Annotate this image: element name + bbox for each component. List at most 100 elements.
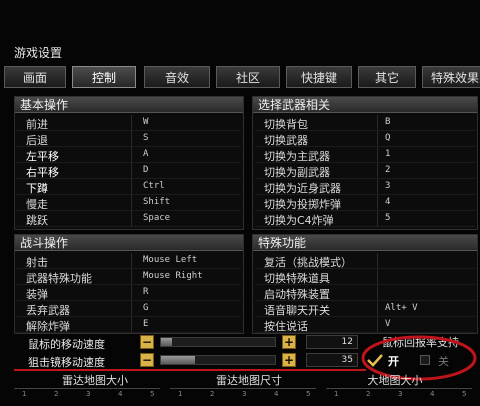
ruler-tick: 3 bbox=[242, 390, 247, 398]
action-name: 复活（挑战模式） bbox=[264, 256, 352, 269]
keybind-row[interactable]: 射击 Mouse Left bbox=[17, 253, 241, 269]
action-name: 前进 bbox=[26, 118, 48, 131]
ruler-tick: 5 bbox=[306, 390, 311, 398]
keybind-row[interactable]: 切换为投掷炸弹 4 bbox=[255, 195, 475, 211]
mouse-speed-slider[interactable] bbox=[160, 337, 276, 347]
action-name: 跳跃 bbox=[26, 214, 48, 227]
action-name: 切换为副武器 bbox=[264, 166, 330, 179]
basic-panel: 基本操作 前进 W 后退 S 左平移 A 右平移 D 下蹲 Ctrl 慢走 Shift 跳跃… bbox=[14, 96, 244, 230]
key-value: 2 bbox=[385, 165, 391, 175]
keybind-row[interactable]: 武器特殊功能 Mouse Right bbox=[17, 269, 241, 285]
keybind-row[interactable]: 右平移 D bbox=[17, 163, 241, 179]
action-name: 切换特殊道具 bbox=[264, 272, 330, 285]
scope-speed-value: 35 bbox=[306, 353, 358, 367]
scope-speed-label: 狙击镜移动速度 bbox=[28, 356, 105, 369]
ruler-tick: 1 bbox=[22, 390, 27, 398]
tab-other[interactable]: 其它 bbox=[358, 66, 416, 88]
key-value: S bbox=[143, 133, 149, 143]
scope-speed-slider[interactable] bbox=[160, 355, 276, 365]
keybind-row[interactable]: 丢弃武器 G bbox=[17, 301, 241, 317]
action-name: 切换为主武器 bbox=[264, 150, 330, 163]
keybind-row[interactable]: 切换为副武器 2 bbox=[255, 163, 475, 179]
tab-hotkeys[interactable]: 快捷键 bbox=[286, 66, 352, 88]
keybind-row[interactable]: 装弹 R bbox=[17, 285, 241, 301]
keybind-row[interactable]: 切换背包 B bbox=[255, 115, 475, 131]
tab-community[interactable]: 社区 bbox=[216, 66, 280, 88]
tab-controls[interactable]: 控制 bbox=[72, 66, 136, 88]
mouse-speed-plus-button[interactable]: + bbox=[282, 335, 296, 349]
keybind-row[interactable]: 解除炸弹 E bbox=[17, 317, 241, 333]
combat-panel: 战斗操作 射击 Mouse Left 武器特殊功能 Mouse Right 装弹 R … bbox=[14, 234, 244, 334]
ruler-tick: 5 bbox=[462, 390, 467, 398]
keybind-row[interactable]: 左平移 A bbox=[17, 147, 241, 163]
action-name: 左平移 bbox=[26, 150, 59, 163]
key-value: 5 bbox=[385, 213, 391, 223]
key-value: Shift bbox=[143, 197, 171, 207]
keybind-row[interactable]: 按住说话 V bbox=[255, 317, 475, 333]
keybind-row[interactable]: 切换为近身武器 3 bbox=[255, 179, 475, 195]
action-name: 启动特殊装置 bbox=[264, 288, 330, 301]
ruler-tick: 5 bbox=[150, 390, 155, 398]
scope-speed-minus-button[interactable]: − bbox=[140, 353, 154, 367]
key-value: B bbox=[385, 117, 391, 127]
annotation-underline bbox=[14, 369, 366, 371]
ruler-tick: 1 bbox=[178, 390, 183, 398]
action-name: 语音聊天开关 bbox=[264, 304, 330, 317]
action-name: 射击 bbox=[26, 256, 48, 269]
scope-speed-plus-button[interactable]: + bbox=[282, 353, 296, 367]
weapon-header: 选择武器相关 bbox=[253, 97, 477, 113]
keybind-row[interactable]: 后退 S bbox=[17, 131, 241, 147]
keybind-row[interactable]: 慢走 Shift bbox=[17, 195, 241, 211]
key-value: Alt+ V bbox=[385, 303, 418, 313]
action-name: 右平移 bbox=[26, 166, 59, 179]
action-name: 切换背包 bbox=[264, 118, 308, 131]
key-value: V bbox=[385, 319, 391, 329]
scope-speed-row: 狙击镜移动速度 − + 35 bbox=[14, 352, 360, 370]
keybind-row[interactable]: 切换为C4炸弹 5 bbox=[255, 211, 475, 227]
mouse-speed-minus-button[interactable]: − bbox=[140, 335, 154, 349]
scope-speed-fill bbox=[161, 356, 196, 364]
mouse-speed-row: 鼠标的移动速度 − + 12 bbox=[14, 334, 360, 352]
ruler-tick: 1 bbox=[334, 390, 339, 398]
action-name: 武器特殊功能 bbox=[26, 272, 92, 285]
radar-size-ruler[interactable]: 1 2 3 4 5 bbox=[14, 388, 160, 406]
keybind-row[interactable]: 复活（挑战模式） bbox=[255, 253, 475, 269]
key-value: 4 bbox=[385, 197, 391, 207]
keybind-row[interactable]: 跳跃 Space bbox=[17, 211, 241, 227]
keybind-row[interactable]: 下蹲 Ctrl bbox=[17, 179, 241, 195]
action-name: 切换为C4炸弹 bbox=[264, 214, 334, 227]
tab-sound[interactable]: 音效 bbox=[144, 66, 210, 88]
keybind-row[interactable]: 启动特殊装置 bbox=[255, 285, 475, 301]
key-value: 3 bbox=[385, 181, 391, 191]
key-value: G bbox=[143, 303, 149, 313]
basic-header: 基本操作 bbox=[15, 97, 243, 113]
special-header: 特殊功能 bbox=[253, 235, 477, 251]
key-value: Ctrl bbox=[143, 181, 165, 191]
key-value: Q bbox=[385, 133, 391, 143]
key-value: Space bbox=[143, 213, 171, 223]
key-value: D bbox=[143, 165, 149, 175]
action-name: 切换为投掷炸弹 bbox=[264, 198, 341, 211]
keybind-row[interactable]: 前进 W bbox=[17, 115, 241, 131]
keybind-row[interactable]: 切换为主武器 1 bbox=[255, 147, 475, 163]
tab-special-effects[interactable]: 特殊效果 bbox=[422, 66, 480, 88]
action-name: 慢走 bbox=[26, 198, 48, 211]
window-title: 游戏设置 bbox=[14, 46, 63, 60]
keybind-row[interactable]: 切换特殊道具 bbox=[255, 269, 475, 285]
keybind-row[interactable]: 语音聊天开关 Alt+ V bbox=[255, 301, 475, 317]
radar-scale-label: 雷达地图尺寸 bbox=[216, 374, 282, 387]
mouse-speed-label: 鼠标的移动速度 bbox=[28, 338, 105, 351]
big-map-ruler[interactable]: 1 2 3 4 5 bbox=[326, 388, 472, 406]
special-panel: 特殊功能 复活（挑战模式） 切换特殊道具 启动特殊装置 语音聊天开关 Alt+ V… bbox=[252, 234, 478, 334]
ruler-tick: 2 bbox=[54, 390, 59, 398]
big-map-size-label: 大地图大小 bbox=[367, 374, 423, 387]
ruler-tick: 2 bbox=[366, 390, 371, 398]
key-value: Mouse Right bbox=[143, 271, 203, 281]
action-name: 丢弃武器 bbox=[26, 304, 70, 317]
radar-scale-ruler[interactable]: 1 2 3 4 5 bbox=[170, 388, 316, 406]
key-value: A bbox=[143, 149, 149, 159]
action-name: 切换武器 bbox=[264, 134, 308, 147]
ruler-tick: 3 bbox=[398, 390, 403, 398]
keybind-row[interactable]: 切换武器 Q bbox=[255, 131, 475, 147]
tab-graphics[interactable]: 画面 bbox=[4, 66, 66, 88]
